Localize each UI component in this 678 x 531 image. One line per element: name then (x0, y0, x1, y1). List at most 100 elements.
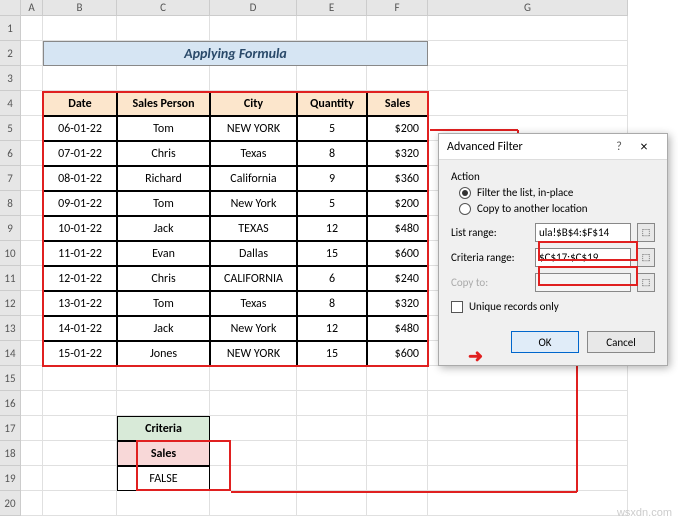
table-header[interactable]: Sales (367, 91, 428, 116)
table-cell[interactable]: Evan (117, 241, 210, 266)
cell[interactable] (367, 366, 428, 391)
cell[interactable] (428, 491, 628, 516)
cell[interactable] (21, 91, 43, 116)
row-header[interactable]: 20 (0, 491, 21, 516)
table-cell[interactable]: 08-01-22 (43, 166, 117, 191)
table-cell[interactable]: $240 (367, 266, 428, 291)
criteria-header[interactable]: Criteria (117, 416, 210, 441)
table-cell[interactable]: $200 (367, 191, 428, 216)
cell[interactable] (21, 316, 43, 341)
table-cell[interactable]: 14-01-22 (43, 316, 117, 341)
dialog-titlebar[interactable]: Advanced Filter ? × (439, 134, 667, 160)
table-cell[interactable]: California (210, 166, 297, 191)
cell[interactable] (21, 216, 43, 241)
table-cell[interactable]: 09-01-22 (43, 191, 117, 216)
collapse-icon[interactable]: ⬚ (637, 223, 655, 242)
cell[interactable] (21, 241, 43, 266)
table-cell[interactable]: 5 (297, 191, 367, 216)
table-cell[interactable]: 8 (297, 141, 367, 166)
col-header[interactable]: D (210, 0, 297, 16)
cell[interactable] (43, 441, 117, 466)
collapse-icon[interactable]: ⬚ (637, 273, 655, 292)
cell[interactable] (210, 491, 297, 516)
row-header[interactable]: 15 (0, 366, 21, 391)
col-header[interactable]: A (21, 0, 43, 16)
cell[interactable] (428, 91, 628, 116)
cell[interactable] (297, 366, 367, 391)
table-cell[interactable]: $320 (367, 291, 428, 316)
row-header[interactable]: 7 (0, 166, 21, 191)
cell[interactable] (21, 416, 43, 441)
cell[interactable] (21, 166, 43, 191)
cell[interactable] (21, 116, 43, 141)
table-cell[interactable]: 07-01-22 (43, 141, 117, 166)
row-header[interactable]: 2 (0, 41, 21, 66)
row-header[interactable]: 17 (0, 416, 21, 441)
cell[interactable] (367, 441, 428, 466)
cell[interactable] (210, 66, 297, 91)
unique-records-checkbox[interactable]: Unique records only (451, 300, 655, 313)
cell[interactable] (428, 391, 628, 416)
col-header[interactable]: C (117, 0, 210, 16)
table-cell[interactable]: Richard (117, 166, 210, 191)
row-header[interactable]: 11 (0, 266, 21, 291)
cell[interactable] (428, 41, 628, 66)
list-range-input[interactable]: ula!$B$4:$F$14 (535, 223, 631, 242)
table-cell[interactable]: 06-01-22 (43, 116, 117, 141)
ok-button[interactable]: OK (511, 331, 579, 353)
cell[interactable] (297, 416, 367, 441)
table-header[interactable]: Quantity (297, 91, 367, 116)
cell[interactable] (43, 391, 117, 416)
cell[interactable] (210, 466, 297, 491)
cell[interactable] (117, 491, 210, 516)
table-cell[interactable]: Jack (117, 316, 210, 341)
row-header[interactable]: 13 (0, 316, 21, 341)
cell[interactable] (367, 391, 428, 416)
table-cell[interactable]: 10-01-22 (43, 216, 117, 241)
cell[interactable] (117, 366, 210, 391)
table-cell[interactable]: 6 (297, 266, 367, 291)
table-cell[interactable]: 15 (297, 241, 367, 266)
cell[interactable] (428, 416, 628, 441)
cell[interactable] (21, 291, 43, 316)
row-header[interactable]: 9 (0, 216, 21, 241)
cell[interactable] (21, 441, 43, 466)
row-header[interactable]: 18 (0, 441, 21, 466)
cell[interactable] (43, 466, 117, 491)
cell[interactable] (428, 441, 628, 466)
cell[interactable] (21, 391, 43, 416)
criteria-value[interactable]: FALSE (117, 466, 210, 491)
row-header[interactable]: 1 (0, 16, 21, 41)
row-header[interactable]: 16 (0, 391, 21, 416)
cell[interactable] (21, 341, 43, 366)
table-cell[interactable]: Tom (117, 116, 210, 141)
table-cell[interactable]: New York (210, 316, 297, 341)
cell[interactable] (210, 441, 297, 466)
cell[interactable] (210, 366, 297, 391)
cell[interactable] (297, 441, 367, 466)
table-cell[interactable]: $600 (367, 341, 428, 366)
collapse-icon[interactable]: ⬚ (637, 248, 655, 267)
cell[interactable] (297, 466, 367, 491)
row-header[interactable]: 5 (0, 116, 21, 141)
table-cell[interactable]: NEW YORK (210, 116, 297, 141)
row-header[interactable]: 14 (0, 341, 21, 366)
row-header[interactable]: 12 (0, 291, 21, 316)
cell[interactable] (210, 391, 297, 416)
cell[interactable] (367, 466, 428, 491)
col-header[interactable]: B (43, 0, 117, 16)
table-cell[interactable]: 15-01-22 (43, 341, 117, 366)
cell[interactable] (21, 66, 43, 91)
radio-filter-inplace[interactable]: Filter the list, in-place (459, 186, 655, 199)
table-cell[interactable]: Dallas (210, 241, 297, 266)
cell[interactable] (297, 491, 367, 516)
table-cell[interactable]: $480 (367, 216, 428, 241)
cell[interactable] (210, 16, 297, 41)
table-header[interactable]: City (210, 91, 297, 116)
cell[interactable] (21, 466, 43, 491)
cell[interactable] (21, 191, 43, 216)
table-cell[interactable]: Tom (117, 291, 210, 316)
table-cell[interactable]: Chris (117, 266, 210, 291)
cell[interactable] (21, 366, 43, 391)
table-cell[interactable]: 12 (297, 316, 367, 341)
